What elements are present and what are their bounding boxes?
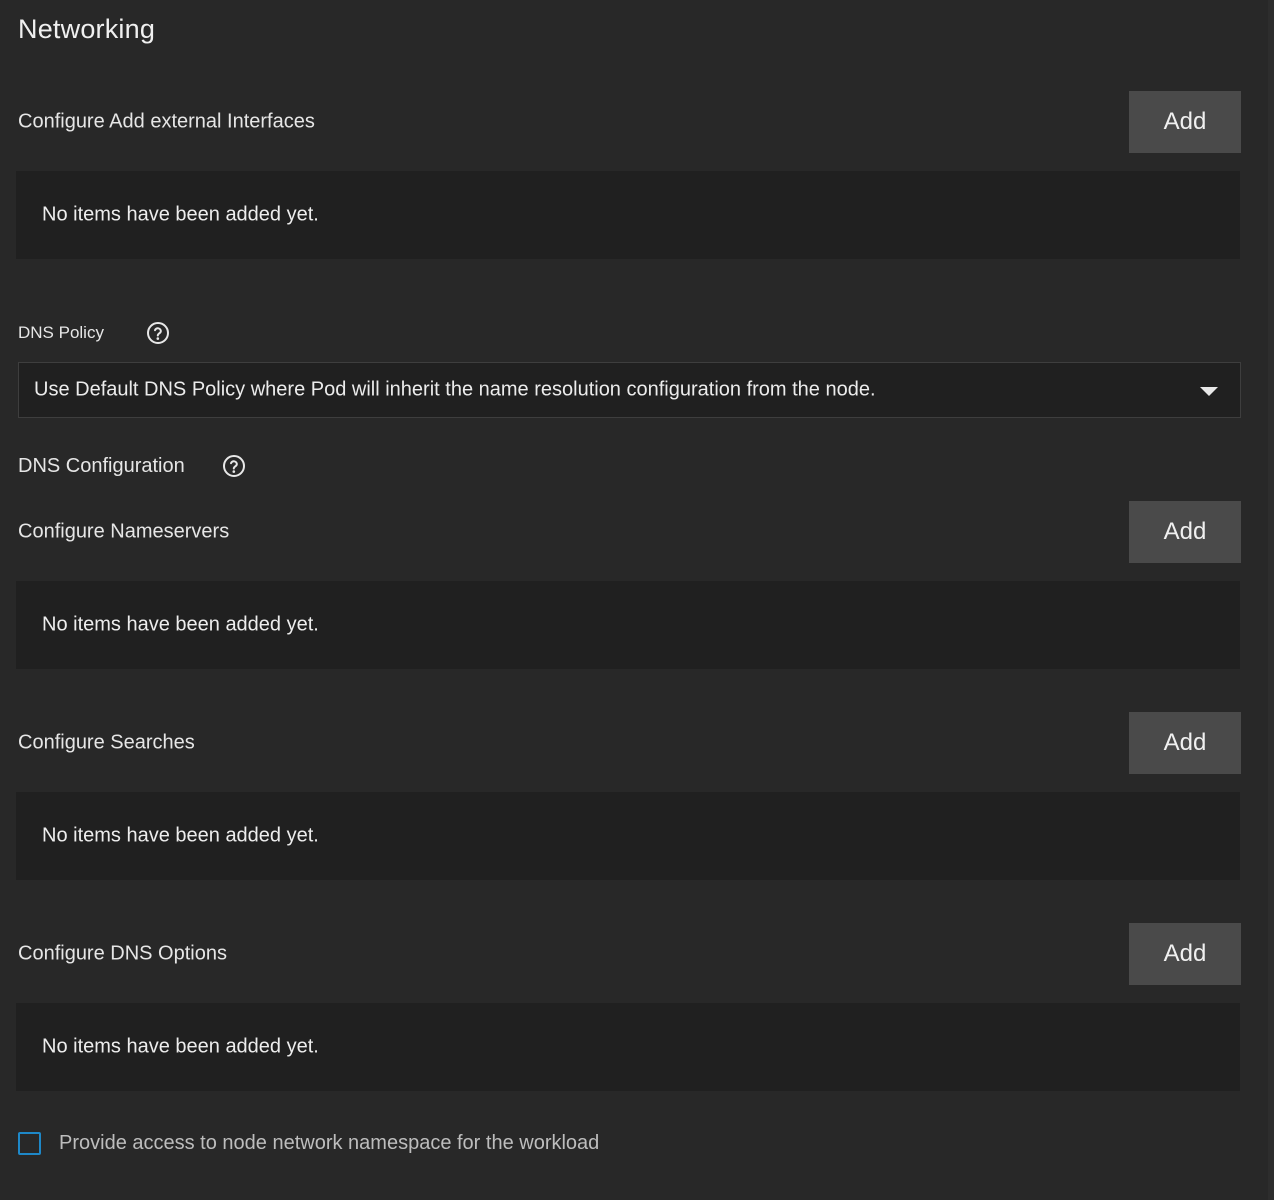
- nameservers-list: No items have been added yet.: [16, 581, 1240, 669]
- help-circle-icon[interactable]: [146, 321, 170, 345]
- dns-policy-label-row: DNS Policy: [18, 321, 170, 345]
- external-interfaces-header: Configure Add external Interfaces Add: [18, 91, 1241, 153]
- nameservers-header: Configure Nameservers Add: [18, 501, 1241, 563]
- empty-list-message: No items have been added yet.: [42, 1035, 319, 1058]
- add-search-button[interactable]: Add: [1129, 712, 1241, 774]
- scrollbar-track[interactable]: [1268, 0, 1274, 1200]
- host-network-label[interactable]: Provide access to node network namespace…: [59, 1132, 599, 1155]
- dns-policy-select[interactable]: Use Default DNS Policy where Pod will in…: [18, 362, 1241, 418]
- dns-policy-selected-value: Use Default DNS Policy where Pod will in…: [34, 378, 876, 401]
- dns-options-list: No items have been added yet.: [16, 1003, 1240, 1091]
- section-title: Networking: [18, 14, 156, 44]
- nameservers-label: Configure Nameservers: [18, 520, 230, 543]
- external-interfaces-list: No items have been added yet.: [16, 171, 1240, 259]
- host-network-checkbox[interactable]: [18, 1132, 41, 1155]
- searches-header: Configure Searches Add: [18, 712, 1241, 774]
- dns-options-header: Configure DNS Options Add: [18, 923, 1241, 985]
- external-interfaces-label: Configure Add external Interfaces: [18, 110, 315, 133]
- add-external-interface-button[interactable]: Add: [1129, 91, 1241, 153]
- empty-list-message: No items have been added yet.: [42, 203, 319, 226]
- empty-list-message: No items have been added yet.: [42, 613, 319, 636]
- empty-list-message: No items have been added yet.: [42, 824, 319, 847]
- add-nameserver-button[interactable]: Add: [1129, 501, 1241, 563]
- searches-label: Configure Searches: [18, 731, 195, 754]
- dns-options-label: Configure DNS Options: [18, 942, 227, 965]
- help-circle-icon[interactable]: [222, 454, 246, 478]
- dns-policy-label: DNS Policy: [18, 323, 104, 342]
- add-dns-option-button[interactable]: Add: [1129, 923, 1241, 985]
- dns-configuration-label-row: DNS Configuration: [18, 454, 246, 478]
- dns-configuration-label: DNS Configuration: [18, 454, 185, 477]
- searches-list: No items have been added yet.: [16, 792, 1240, 880]
- dropdown-arrow-icon: [1200, 387, 1218, 396]
- host-network-checkbox-row[interactable]: Provide access to node network namespace…: [18, 1132, 599, 1155]
